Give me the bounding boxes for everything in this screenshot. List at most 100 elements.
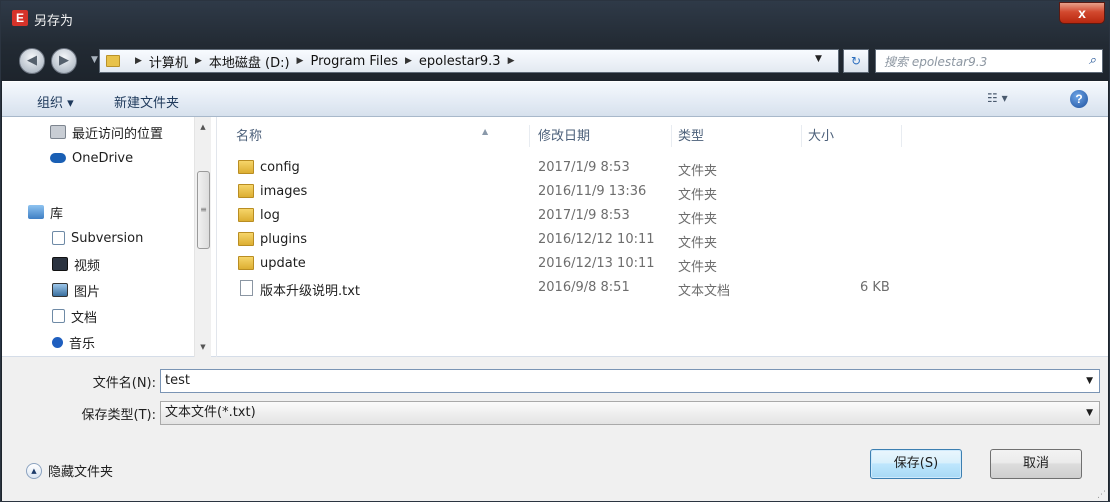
file-row[interactable]: log 2017/1/9 8:53 文件夹 <box>220 205 1108 229</box>
app-icon: E <box>12 10 28 26</box>
recent-places-icon <box>50 125 66 139</box>
nav-item-music[interactable]: 音乐 <box>52 331 95 353</box>
organize-button[interactable]: 组织 ▾ <box>37 92 74 111</box>
scroll-down-arrow-icon[interactable]: ▼ <box>195 339 211 355</box>
recent-locations-dropdown[interactable]: ▼ <box>91 55 98 65</box>
music-icon <box>52 336 63 348</box>
chevron-down-icon[interactable]: ▼ <box>1086 402 1093 424</box>
save-form: 文件名(N): test ▼ 保存类型(T): 文本文件(*.txt) ▼ ▲ … <box>2 357 1108 501</box>
refresh-button[interactable]: ↻ <box>843 49 869 73</box>
back-arrow-icon: ◀ <box>27 53 37 68</box>
address-row: ◀ ▶ ▼ ▶ 计算机 ▶ 本地磁盘 (D:) ▶ Program Files … <box>1 41 1109 81</box>
navigation-pane: 最近访问的位置 OneDrive 库 Subversion 视频 图片 文档 音… <box>2 117 217 357</box>
file-row[interactable]: plugins 2016/12/12 10:11 文件夹 <box>220 229 1108 253</box>
folder-icon <box>238 184 254 198</box>
folder-icon <box>106 55 120 67</box>
file-row[interactable]: images 2016/11/9 13:36 文件夹 <box>220 181 1108 205</box>
title-bar: E 另存为 x <box>1 1 1109 41</box>
breadcrumb-epolestar[interactable]: epolestar9.3 <box>419 54 501 69</box>
file-date: 2017/1/9 8:53 <box>538 208 630 223</box>
filename-value: test <box>165 373 190 388</box>
address-history-dropdown[interactable]: ▼ <box>815 54 822 64</box>
file-name: plugins <box>260 232 307 247</box>
folder-icon <box>238 256 254 270</box>
back-button[interactable]: ◀ <box>19 48 45 74</box>
file-date: 2016/9/8 8:51 <box>538 280 630 295</box>
column-header-name[interactable]: ▲ 名称 <box>230 125 530 147</box>
document-icon <box>52 309 65 323</box>
resize-grip-icon[interactable]: ⋰ <box>1097 490 1106 500</box>
view-list-icon: ☷ <box>987 91 998 105</box>
file-name: config <box>260 160 300 175</box>
window-title: 另存为 <box>34 14 74 29</box>
document-icon <box>52 231 65 245</box>
chevron-right-icon[interactable]: ▶ <box>508 56 515 66</box>
cancel-button[interactable]: 取消 <box>990 449 1082 479</box>
help-button[interactable]: ? <box>1070 90 1088 108</box>
nav-item-documents[interactable]: 文档 <box>52 305 97 327</box>
nav-item-label: 视频 <box>74 258 101 274</box>
save-button[interactable]: 保存(S) <box>870 449 962 479</box>
chevron-right-icon[interactable]: ▶ <box>405 56 412 66</box>
browser-content: 最近访问的位置 OneDrive 库 Subversion 视频 图片 文档 音… <box>2 117 1108 357</box>
address-bar[interactable]: ▶ 计算机 ▶ 本地磁盘 (D:) ▶ Program Files ▶ epol… <box>99 49 839 73</box>
filetype-label: 保存类型(T): <box>81 408 156 423</box>
file-row[interactable]: 版本升级说明.txt 2016/9/8 8:51 文本文档 6 KB <box>220 277 1108 301</box>
chevron-down-icon: ▾ <box>1001 91 1008 105</box>
sort-ascending-icon: ▲ <box>482 127 489 136</box>
file-type: 文件夹 <box>678 236 718 251</box>
command-toolbar: 组织 ▾ 新建文件夹 ☷ ▾ ? <box>2 81 1108 117</box>
new-folder-button[interactable]: 新建文件夹 <box>114 92 179 111</box>
column-header-date[interactable]: 修改日期 <box>532 125 672 147</box>
nav-item-recent[interactable]: 最近访问的位置 <box>50 121 163 143</box>
chevron-right-icon[interactable]: ▶ <box>195 56 202 66</box>
onedrive-icon <box>50 153 66 163</box>
scrollbar-thumb[interactable]: ≡ <box>197 171 210 249</box>
navigation-scrollbar[interactable]: ▲ ≡ ▼ <box>194 117 211 357</box>
nav-item-videos[interactable]: 视频 <box>52 253 100 275</box>
nav-item-library[interactable]: 库 <box>28 201 63 223</box>
nav-item-pictures[interactable]: 图片 <box>52 279 100 301</box>
text-file-icon <box>240 280 253 296</box>
file-row[interactable]: config 2017/1/9 8:53 文件夹 <box>220 157 1108 181</box>
file-row[interactable]: update 2016/12/13 10:11 文件夹 <box>220 253 1108 277</box>
hide-folders-label: 隐藏文件夹 <box>48 465 114 480</box>
search-icon[interactable]: ⌕ <box>1089 53 1096 68</box>
close-button[interactable]: x <box>1059 2 1105 24</box>
file-date: 2017/1/9 8:53 <box>538 160 630 175</box>
filetype-select[interactable]: 文本文件(*.txt) ▼ <box>160 401 1100 425</box>
filename-field[interactable]: test ▼ <box>160 369 1100 393</box>
column-header-size[interactable]: 大小 <box>802 125 902 147</box>
chevron-right-icon[interactable]: ▶ <box>297 56 304 66</box>
file-type: 文件夹 <box>678 212 718 227</box>
chevron-up-icon: ▲ <box>26 462 42 479</box>
nav-item-label: OneDrive <box>72 150 134 166</box>
nav-item-label: 库 <box>50 206 64 222</box>
filetype-value: 文本文件(*.txt) <box>165 405 256 420</box>
nav-item-label: 音乐 <box>69 336 96 352</box>
file-name: log <box>260 208 280 223</box>
chevron-down-icon[interactable]: ▼ <box>1086 370 1093 392</box>
forward-button[interactable]: ▶ <box>51 48 77 74</box>
nav-item-onedrive[interactable]: OneDrive <box>50 147 133 169</box>
nav-item-subversion[interactable]: Subversion <box>52 227 143 249</box>
column-header-label: 名称 <box>236 129 263 144</box>
chevron-right-icon[interactable]: ▶ <box>135 56 142 66</box>
column-header-type[interactable]: 类型 <box>672 125 802 147</box>
hide-folders-button[interactable]: ▲ 隐藏文件夹 <box>26 461 113 480</box>
file-name: 版本升级说明.txt <box>260 284 361 299</box>
breadcrumb-computer[interactable]: 计算机 <box>149 52 188 71</box>
save-as-dialog: E 另存为 x ◀ ▶ ▼ ▶ 计算机 ▶ 本地磁盘 (D:) ▶ Progra… <box>0 0 1110 502</box>
scroll-up-arrow-icon[interactable]: ▲ <box>195 119 211 135</box>
filename-label: 文件名(N): <box>92 376 156 391</box>
video-icon <box>52 257 68 271</box>
library-icon <box>28 205 44 219</box>
breadcrumb-drive-d[interactable]: 本地磁盘 (D:) <box>209 52 290 71</box>
file-size: 6 KB <box>860 280 890 295</box>
search-input[interactable]: 搜索 epolestar9.3 ⌕ <box>875 49 1103 73</box>
breadcrumb-program-files[interactable]: Program Files <box>310 54 398 69</box>
picture-icon <box>52 283 68 297</box>
file-date: 2016/11/9 13:36 <box>538 184 647 199</box>
nav-item-label: Subversion <box>71 230 144 246</box>
view-options-button[interactable]: ☷ ▾ <box>987 91 1008 105</box>
